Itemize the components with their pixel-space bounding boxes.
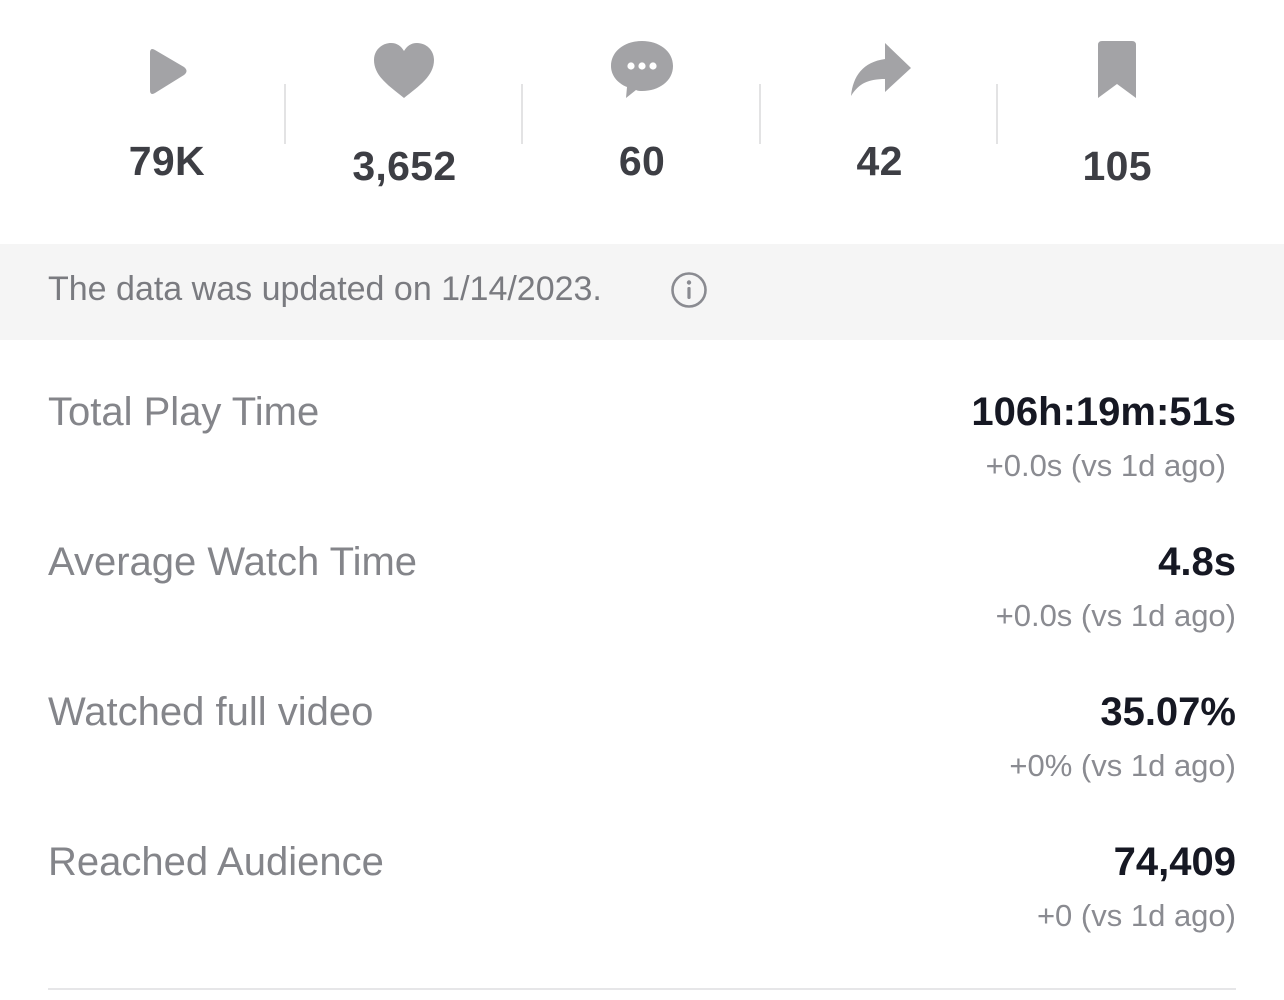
metric-change: +0% (vs 1d ago) [1009,748,1236,783]
data-update-banner: The data was updated on 1/14/2023. [0,244,1284,340]
metric-watched-full-video: Watched full video 35.07% +0% (vs 1d ago… [48,640,1236,790]
metric-label: Watched full video [48,690,374,734]
metric-total-play-time: Total Play Time 106h:19m:51s +0.0s (vs 1… [48,340,1236,490]
metric-change: +0.0s (vs 1d ago) [995,598,1236,633]
saves-count: 105 [1082,143,1152,189]
metric-change: +0.0s (vs 1d ago) [985,448,1226,483]
play-icon [132,38,202,104]
shares-count: 42 [856,138,903,184]
engagement-stats: 79K 3,652 60 42 105 [48,0,1236,244]
info-icon[interactable] [670,271,708,309]
metric-change: +0 (vs 1d ago) [1036,898,1236,933]
stat-comments: 60 [523,0,761,244]
section-divider [48,988,1236,990]
metric-value: 4.8s [1158,540,1236,584]
metric-average-watch-time: Average Watch Time 4.8s +0.0s (vs 1d ago… [48,490,1236,640]
comment-icon [607,38,677,104]
metrics-list: Total Play Time 106h:19m:51s +0.0s (vs 1… [48,340,1236,940]
stat-likes: 3,652 [286,0,524,244]
comments-count: 60 [618,138,666,184]
views-count: 79K [128,138,205,184]
likes-count: 3,652 [352,143,457,189]
stat-shares: 42 [761,0,999,244]
heart-icon [369,38,439,104]
metric-reached-audience: Reached Audience 74,409 +0 (vs 1d ago) [48,790,1236,940]
metric-label: Total Play Time [48,390,320,434]
metric-label: Reached Audience [48,840,384,884]
metric-value: 35.07% [1100,690,1236,734]
share-icon [845,38,915,104]
metric-value: 106h:19m:51s [971,390,1236,434]
update-notice: The data was updated on 1/14/2023. [48,270,602,308]
metric-value: 74,409 [1113,840,1236,884]
metric-label: Average Watch Time [48,540,418,584]
stat-saves: 105 [998,0,1236,244]
bookmark-icon [1082,38,1152,104]
stat-views: 79K [48,0,286,244]
